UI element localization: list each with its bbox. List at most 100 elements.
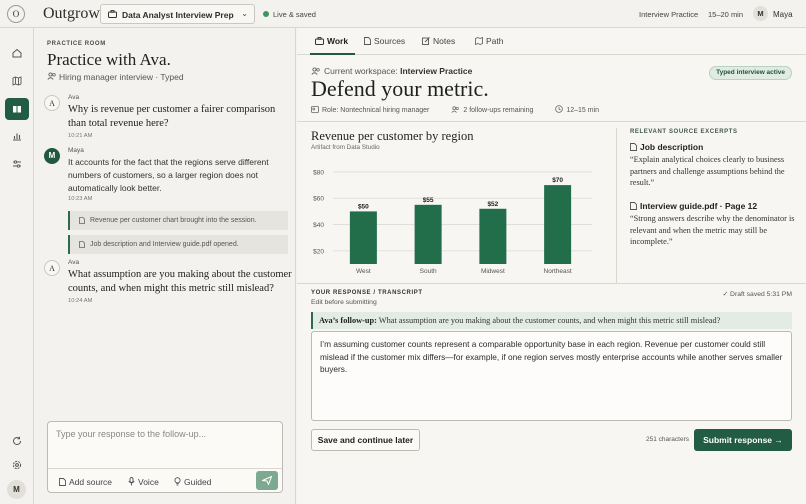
maya-avatar: M <box>44 148 60 164</box>
workspace-prefix: Current workspace: <box>324 66 398 76</box>
people-icon <box>451 106 460 113</box>
briefcase-icon <box>315 37 324 45</box>
send-button[interactable] <box>256 471 278 490</box>
ava-avatar: A <box>44 260 60 276</box>
app-logo[interactable]: O <box>7 5 25 23</box>
id-card-icon <box>311 106 319 113</box>
live-status-dot <box>263 11 269 17</box>
followups-text: 2 follow-ups remaining <box>463 107 534 114</box>
chat-panel: PRACTICE ROOM Practice with Ava. Hiring … <box>35 28 296 504</box>
data-label: $70 <box>552 177 563 184</box>
document-icon <box>630 202 637 210</box>
people-icon <box>311 67 320 75</box>
work-panel: Work Sources Notes Path Current workspac… <box>297 28 806 504</box>
microphone-icon <box>128 477 135 486</box>
tab-path[interactable]: Path <box>475 36 504 46</box>
tab-bar: Work Sources Notes Path <box>297 28 806 55</box>
live-status-text: Live & saved <box>273 10 316 19</box>
character-count: 251 characters <box>646 436 689 443</box>
session-meta: Role: Nontechnical hiring manager 2 foll… <box>311 105 619 114</box>
home-icon[interactable] <box>5 42 29 64</box>
tab-path-label: Path <box>486 36 504 46</box>
excerpt-title[interactable]: Interview guide.pdf · Page 12 <box>630 201 757 211</box>
submit-label: Submit response <box>703 435 773 445</box>
revenue-bar-chart: $20 $40 $60 $80 $50 West $55 South $52 Midwest $70… <box>313 169 592 275</box>
send-icon <box>262 476 272 485</box>
tab-work[interactable]: Work <box>315 36 348 46</box>
practice-room-icon[interactable] <box>5 98 29 120</box>
y-tick-label: $40 <box>313 222 324 229</box>
user-name[interactable]: Maya <box>773 10 793 19</box>
divider <box>616 128 617 283</box>
message-time: 10:24 AM <box>68 298 93 304</box>
save-continue-button[interactable]: Save and continue later <box>311 429 420 451</box>
draft-saved-text: Draft saved 5:31 PM <box>730 291 792 298</box>
bar <box>349 211 377 264</box>
session-duration: 15–20 min <box>708 10 744 19</box>
draft-saved-status: ✓ Draft saved 5:31 PM <box>722 290 792 298</box>
room-label: PRACTICE ROOM <box>47 41 106 47</box>
workspace-select-label: Data Analyst Interview Prep <box>122 10 234 20</box>
chart-subtitle: Artifact from Data Studio <box>311 144 380 151</box>
workspace-name: Interview Practice <box>400 66 473 76</box>
people-icon <box>47 72 56 80</box>
time-meta: 12–15 min <box>555 105 609 114</box>
chevron-down-icon: ⌄ <box>241 9 248 18</box>
session-event: Job description and Interview guide.pdf … <box>68 235 288 254</box>
document-icon <box>79 217 85 224</box>
user-avatar[interactable]: M <box>753 6 768 21</box>
workspace-select[interactable]: Data Analyst Interview Prep ⌄ <box>100 4 255 24</box>
submit-response-button[interactable]: Submit response → <box>694 429 792 451</box>
response-subtitle: Edit before submitting <box>311 299 377 306</box>
data-label: $55 <box>423 197 434 204</box>
guided-label: Guided <box>184 477 212 487</box>
excerpt-text: “Explain analytical choices clearly to b… <box>630 155 785 187</box>
guided-button[interactable]: Guided <box>174 477 211 487</box>
analytics-icon[interactable] <box>5 125 29 147</box>
settings-sliders-icon[interactable] <box>5 153 29 175</box>
document-icon <box>630 143 637 151</box>
map-icon[interactable] <box>5 70 29 92</box>
brand-name: Outgrow <box>43 5 100 22</box>
composer-divider <box>48 468 282 469</box>
tab-sources[interactable]: Sources <box>364 36 405 46</box>
message-text: What assumption are you making about the… <box>68 269 292 294</box>
room-subtitle-text: Hiring manager interview · Typed <box>59 72 184 82</box>
chart-title: Revenue per customer by region <box>311 129 474 143</box>
role-text: Role: Nontechnical hiring manager <box>322 107 430 114</box>
map-icon <box>475 36 483 46</box>
tab-sources-label: Sources <box>374 36 406 46</box>
response-textarea[interactable]: I’m assuming customer counts represent a… <box>311 331 792 421</box>
excerpt-text: “Strong answers describe why the denomin… <box>630 214 795 246</box>
y-tick-label: $20 <box>313 248 324 255</box>
bar <box>479 208 507 264</box>
tab-notes[interactable]: Notes <box>422 36 455 46</box>
bar <box>544 185 572 264</box>
check-icon: ✓ <box>722 291 731 298</box>
y-tick-label: $80 <box>313 169 324 176</box>
followups-meta: 2 follow-ups remaining <box>451 106 543 114</box>
chat-composer: Add source Voice Guided <box>47 421 283 493</box>
message-author: Ava <box>68 259 80 266</box>
excerpt-title[interactable]: Job description <box>630 142 703 152</box>
arrow-right-icon: → <box>774 435 783 445</box>
gear-icon[interactable] <box>5 454 29 476</box>
tab-work-label: Work <box>327 36 349 46</box>
response-label: YOUR RESPONSE / TRANSCRIPT <box>311 290 423 296</box>
session-event-text: Job description and Interview guide.pdf … <box>90 241 239 248</box>
current-workspace: Current workspace: Interview Practice <box>311 66 472 76</box>
message-author: Maya <box>68 147 84 154</box>
data-label: $52 <box>487 201 498 208</box>
rail-user-avatar[interactable]: M <box>7 480 26 499</box>
refresh-icon[interactable] <box>5 430 29 452</box>
divider <box>297 121 806 122</box>
composer-input[interactable] <box>48 422 282 468</box>
room-subtitle: Hiring manager interview · Typed <box>47 72 184 82</box>
active-tab-indicator <box>310 53 355 55</box>
ava-avatar: A <box>44 95 60 111</box>
room-title: Practice with Ava. <box>47 50 171 69</box>
voice-button[interactable]: Voice <box>128 477 159 487</box>
y-tick-label: $60 <box>313 196 324 203</box>
excerpt-title-text: Job description <box>640 142 704 152</box>
add-source-button[interactable]: Add source <box>59 477 112 487</box>
